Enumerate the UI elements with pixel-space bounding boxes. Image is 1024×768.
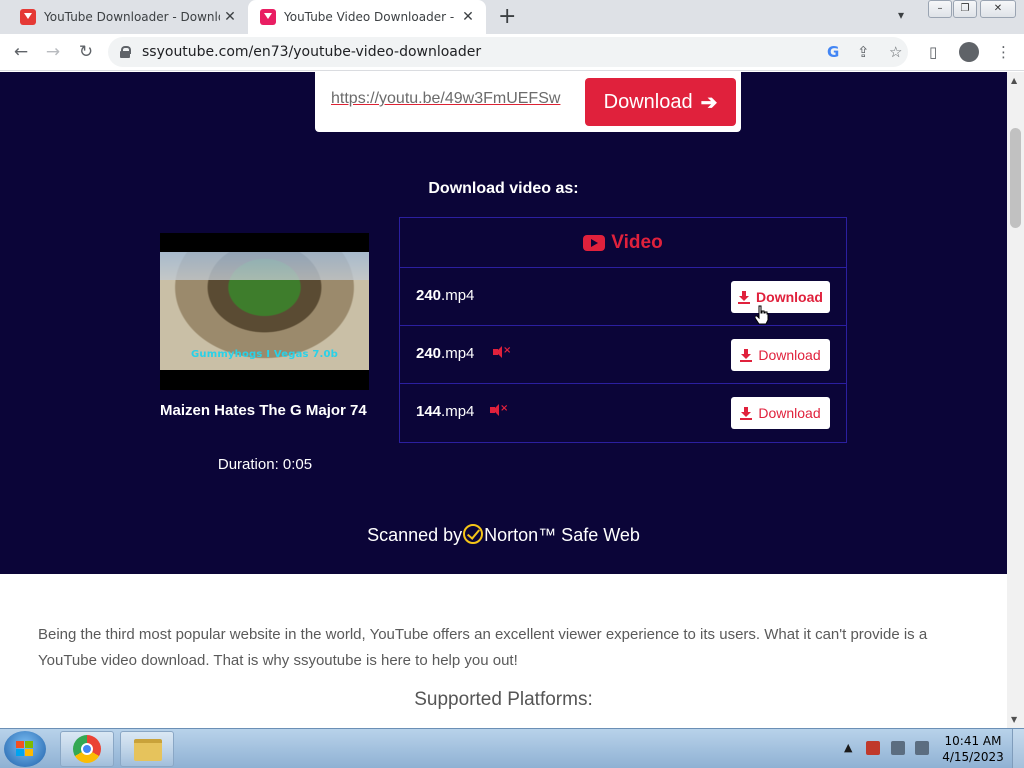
start-button[interactable] [4, 731, 46, 767]
hand-cursor-icon [755, 305, 769, 325]
address-url[interactable]: ssyoutube.com/en73/youtube-video-downloa… [142, 44, 481, 60]
clock-date: 4/15/2023 [942, 750, 1004, 764]
arrow-right-icon: ➔ [700, 91, 718, 114]
tab-youtube-downloader[interactable]: YouTube Downloader - Download ✕ [8, 0, 248, 34]
windows-taskbar: ▲ 10:41 AM 4/15/2023 [0, 728, 1024, 768]
download-icon [738, 290, 751, 304]
show-desktop-button[interactable] [1012, 729, 1024, 768]
tray-expand-icon[interactable]: ▲ [844, 741, 852, 754]
download-as-heading: Download video as: [428, 180, 579, 197]
download-submit-label: Download [603, 90, 693, 113]
tab-ssyoutube[interactable]: YouTube Video Downloader - SSY ✕ [248, 0, 486, 34]
tab-search-chevron-icon[interactable]: ▾ [898, 8, 904, 22]
video-duration: Duration: 0:05 [217, 456, 313, 473]
windows-logo-icon [16, 741, 34, 757]
forward-arrow-icon[interactable]: → [41, 41, 65, 65]
download-144-mp4-no-audio-button[interactable]: Download [731, 397, 830, 429]
close-icon[interactable]: ✕ [458, 9, 478, 25]
thumbnail-sky [160, 252, 369, 280]
norton-badge: Scanned by Norton™ Safe Web [0, 524, 1007, 546]
taskbar-chrome-button[interactable] [60, 731, 114, 767]
download-icon [740, 406, 753, 420]
format-table-header: Video [400, 218, 846, 268]
taskbar-explorer-button[interactable] [120, 731, 174, 767]
thumbnail-caption: Gummyhogs I Vegas 7.0b [190, 349, 339, 360]
download-button-label: Download [758, 405, 821, 421]
format-quality: 240 [416, 287, 442, 304]
system-clock[interactable]: 10:41 AM 4/15/2023 [940, 733, 1006, 765]
format-label: 144.mp4 [416, 403, 474, 420]
google-translate-icon[interactable]: G [827, 43, 839, 61]
page-viewport: https://youtu.be/49w3FmUEFSw Download ➔ … [0, 72, 1007, 728]
lock-icon [120, 46, 131, 58]
browser-toolbar: ← → ↻ ssyoutube.com/en73/youtube-video-d… [0, 34, 1024, 71]
folder-icon [134, 739, 162, 761]
close-icon[interactable]: ✕ [220, 9, 240, 25]
download-button-label: Download [758, 347, 821, 363]
scroll-up-arrow-icon[interactable]: ▲ [1011, 76, 1017, 85]
network-icon[interactable] [891, 741, 905, 755]
url-input[interactable]: https://youtu.be/49w3FmUEFSw [331, 90, 571, 108]
video-thumbnail: Gummyhogs I Vegas 7.0b [160, 233, 369, 390]
tab-strip: YouTube Downloader - Download ✕ YouTube … [0, 0, 1024, 34]
page-scrollbar[interactable]: ▲ ▼ [1007, 72, 1024, 728]
download-form: https://youtu.be/49w3FmUEFSw Download ➔ [315, 72, 741, 132]
format-row: 240.mp4 × Download [400, 326, 846, 384]
format-ext: .mp4 [441, 287, 475, 304]
tab-title: YouTube Video Downloader - SSY [284, 10, 458, 24]
norton-brand: Norton™ Safe Web [484, 525, 640, 545]
action-center-flag-icon[interactable] [866, 741, 880, 755]
format-table: Video 240.mp4 Download 240.mp4 × Downloa… [399, 217, 847, 443]
format-ext: .mp4 [441, 403, 475, 420]
ssyoutube-favicon-icon [260, 9, 276, 25]
hero-section: https://youtu.be/49w3FmUEFSw Download ➔ … [0, 72, 1007, 574]
volume-muted-icon[interactable] [915, 741, 929, 755]
format-row: 240.mp4 Download [400, 268, 846, 326]
restore-button[interactable]: ❐ [953, 0, 977, 18]
download-favicon-icon [20, 9, 36, 25]
format-label: 240.mp4 [416, 345, 474, 362]
scroll-down-arrow-icon[interactable]: ▼ [1011, 715, 1017, 724]
clock-time: 10:41 AM [944, 734, 1002, 748]
video-title: Maizen Hates The G Major 74 [160, 402, 367, 419]
format-table-title: Video [611, 231, 663, 253]
scrollbar-thumb[interactable] [1010, 128, 1021, 228]
download-submit-button[interactable]: Download ➔ [585, 78, 736, 126]
format-row: 144.mp4 × Download [400, 384, 846, 442]
format-label: 240.mp4 [416, 287, 474, 304]
chrome-icon [73, 735, 101, 763]
minimize-button[interactable]: – [928, 0, 952, 18]
muted-speaker-icon: × [490, 403, 508, 418]
download-240-mp4-no-audio-button[interactable]: Download [731, 339, 830, 371]
kebab-menu-icon[interactable]: ⋮ [996, 43, 1011, 61]
format-ext: .mp4 [441, 345, 475, 362]
youtube-play-icon [583, 234, 606, 251]
new-tab-button[interactable]: + [498, 4, 516, 30]
norton-prefix: Scanned by [367, 525, 463, 545]
tab-title: YouTube Downloader - Download [44, 10, 220, 24]
window-close-button[interactable]: ✕ [980, 0, 1016, 18]
download-240-mp4-button[interactable]: Download [731, 281, 830, 313]
download-icon [740, 348, 753, 362]
back-arrow-icon[interactable]: ← [9, 41, 33, 65]
about-paragraph: Being the third most popular website in … [38, 626, 928, 669]
reload-icon[interactable]: ↻ [74, 41, 98, 65]
side-panel-icon[interactable]: ▯ [929, 43, 937, 61]
muted-speaker-icon: × [493, 345, 511, 360]
norton-check-icon [463, 524, 484, 544]
share-icon[interactable]: ⇪ [857, 43, 870, 61]
profile-avatar-icon[interactable] [959, 42, 979, 62]
supported-platforms-heading: Supported Platforms: [414, 689, 593, 710]
bookmark-star-icon[interactable]: ☆ [889, 43, 902, 61]
format-quality: 144 [416, 403, 442, 420]
format-quality: 240 [416, 345, 442, 362]
download-button-label: Download [756, 289, 823, 305]
address-bar[interactable]: ssyoutube.com/en73/youtube-video-downloa… [108, 37, 908, 67]
